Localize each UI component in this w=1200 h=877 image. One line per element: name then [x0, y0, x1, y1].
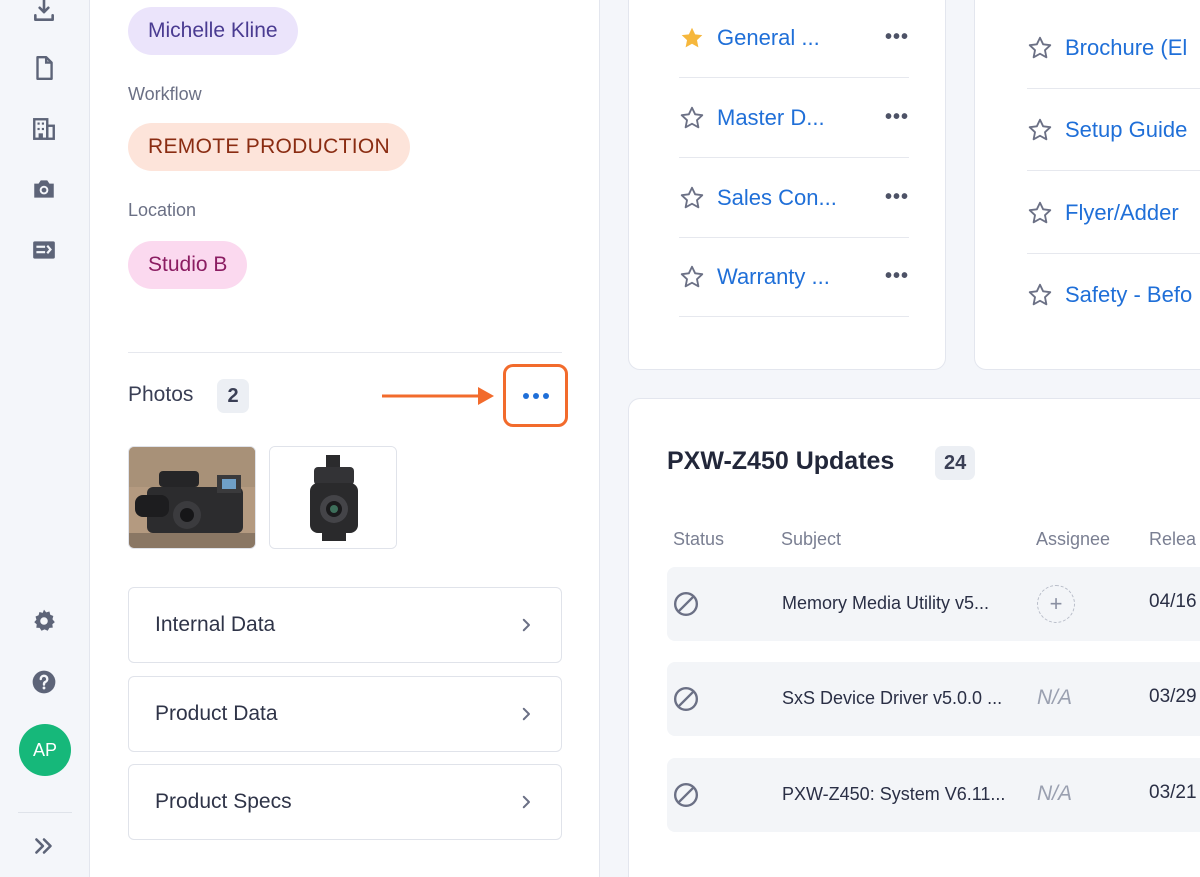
section-product-specs[interactable]: Product Specs [128, 764, 562, 840]
table-row[interactable]: Memory Media Utility v5... + 04/16 [667, 567, 1200, 641]
document-row[interactable]: Sales Con... ••• [679, 158, 909, 238]
location-tag[interactable]: Studio B [128, 241, 248, 289]
star-outline-icon[interactable] [1027, 35, 1053, 61]
chevron-right-icon [522, 795, 530, 809]
document-row[interactable]: Safety - Befo [1027, 254, 1200, 336]
table-row[interactable]: SxS Device Driver v5.0.0 ... N/A 03/29 [667, 662, 1200, 736]
blocked-status-icon [673, 686, 699, 712]
section-product-data[interactable]: Product Data [128, 676, 562, 752]
chevron-right-icon [522, 707, 530, 721]
document-name[interactable]: Setup Guide [1065, 117, 1187, 143]
more-dots-icon[interactable]: ••• [885, 186, 909, 209]
updates-count-badge: 24 [935, 446, 976, 480]
nav-rail: AP [0, 0, 90, 877]
photo-thumbnail[interactable] [269, 446, 397, 549]
photo-thumbnail[interactable] [128, 446, 256, 549]
details-panel: Michelle Kline Workflow REMOTE PRODUCTIO… [90, 0, 600, 877]
location-label: Location [128, 200, 197, 220]
blocked-status-icon [673, 782, 699, 808]
document-name[interactable]: Warranty ... [717, 264, 847, 290]
assignee-value: N/A [1037, 782, 1073, 805]
document-row[interactable]: General ... ••• [679, 0, 909, 78]
arrow-annotation-icon [382, 387, 494, 405]
release-date: 04/16 [1149, 591, 1197, 612]
gear-icon[interactable] [27, 604, 61, 638]
document-name[interactable]: Safety - Befo [1065, 282, 1192, 308]
column-header-assignee[interactable]: Assignee [1036, 529, 1110, 550]
section-internal-data[interactable]: Internal Data [128, 587, 562, 663]
section-label: Internal Data [155, 613, 276, 636]
column-header-subject[interactable]: Subject [781, 529, 841, 550]
assignee-value: N/A [1037, 686, 1073, 709]
add-assignee-button[interactable]: + [1037, 585, 1075, 623]
building-icon[interactable] [27, 112, 61, 146]
more-dots-icon[interactable]: ••• [885, 265, 909, 288]
documents-card: General ... ••• Master D... ••• Sales Co… [628, 0, 946, 370]
document-name[interactable]: Master D... [717, 105, 847, 131]
document-row[interactable]: Setup Guide [1027, 89, 1200, 171]
star-outline-icon[interactable] [679, 264, 705, 290]
document-name[interactable]: General ... [717, 25, 847, 51]
more-dots-icon[interactable]: ••• [885, 26, 909, 49]
photos-count-badge: 2 [217, 379, 249, 413]
camera-icon[interactable] [27, 172, 61, 206]
updates-card: PXW-Z450 Updates 24 Status Subject Assig… [628, 398, 1200, 877]
photos-label: Photos [128, 383, 194, 406]
photos-more-button[interactable] [503, 364, 568, 427]
document-name[interactable]: Sales Con... [717, 185, 847, 211]
star-filled-icon[interactable] [679, 25, 705, 51]
section-label: Product Specs [155, 790, 292, 813]
chevron-right-icon [522, 618, 530, 632]
rail-divider [18, 812, 72, 813]
star-outline-icon[interactable] [679, 185, 705, 211]
document-row[interactable]: Warranty ... ••• [679, 237, 909, 317]
section-divider [128, 352, 562, 353]
update-subject[interactable]: PXW-Z450: System V6.11... [782, 784, 1022, 805]
document-row[interactable]: Master D... ••• [679, 78, 909, 158]
download-icon[interactable] [27, 0, 61, 28]
document-name[interactable]: Flyer/Adder [1065, 200, 1179, 226]
column-header-status[interactable]: Status [673, 529, 724, 550]
document-row[interactable]: Brochure (El [1027, 7, 1200, 89]
column-header-release[interactable]: Relea [1149, 529, 1196, 550]
expand-icon[interactable] [27, 829, 61, 863]
document-name[interactable]: Brochure (El [1065, 35, 1187, 61]
blocked-status-icon [673, 591, 699, 617]
star-outline-icon[interactable] [679, 105, 705, 131]
release-date: 03/21 [1149, 782, 1197, 803]
more-dots-icon[interactable]: ••• [885, 106, 909, 129]
section-label: Product Data [155, 702, 278, 725]
star-outline-icon[interactable] [1027, 200, 1053, 226]
form-icon[interactable] [27, 233, 61, 267]
release-date: 03/29 [1149, 686, 1197, 707]
document-icon[interactable] [27, 51, 61, 85]
document-row[interactable]: Flyer/Adder [1027, 172, 1200, 254]
star-outline-icon[interactable] [1027, 117, 1053, 143]
help-icon[interactable] [27, 665, 61, 699]
owner-tag[interactable]: Michelle Kline [128, 7, 298, 55]
star-outline-icon[interactable] [1027, 282, 1053, 308]
avatar[interactable]: AP [19, 724, 71, 776]
update-subject[interactable]: SxS Device Driver v5.0.0 ... [782, 688, 1022, 709]
table-row[interactable]: PXW-Z450: System V6.11... N/A 03/21 [667, 758, 1200, 832]
updates-title: PXW-Z450 Updates [667, 447, 895, 475]
workflow-tag[interactable]: REMOTE PRODUCTION [128, 123, 410, 171]
documents-card: Brochure (El Setup Guide Flyer/Adder Saf… [974, 0, 1200, 370]
more-dots-icon [522, 392, 549, 399]
update-subject[interactable]: Memory Media Utility v5... [782, 593, 1022, 614]
workflow-label: Workflow [128, 84, 202, 104]
